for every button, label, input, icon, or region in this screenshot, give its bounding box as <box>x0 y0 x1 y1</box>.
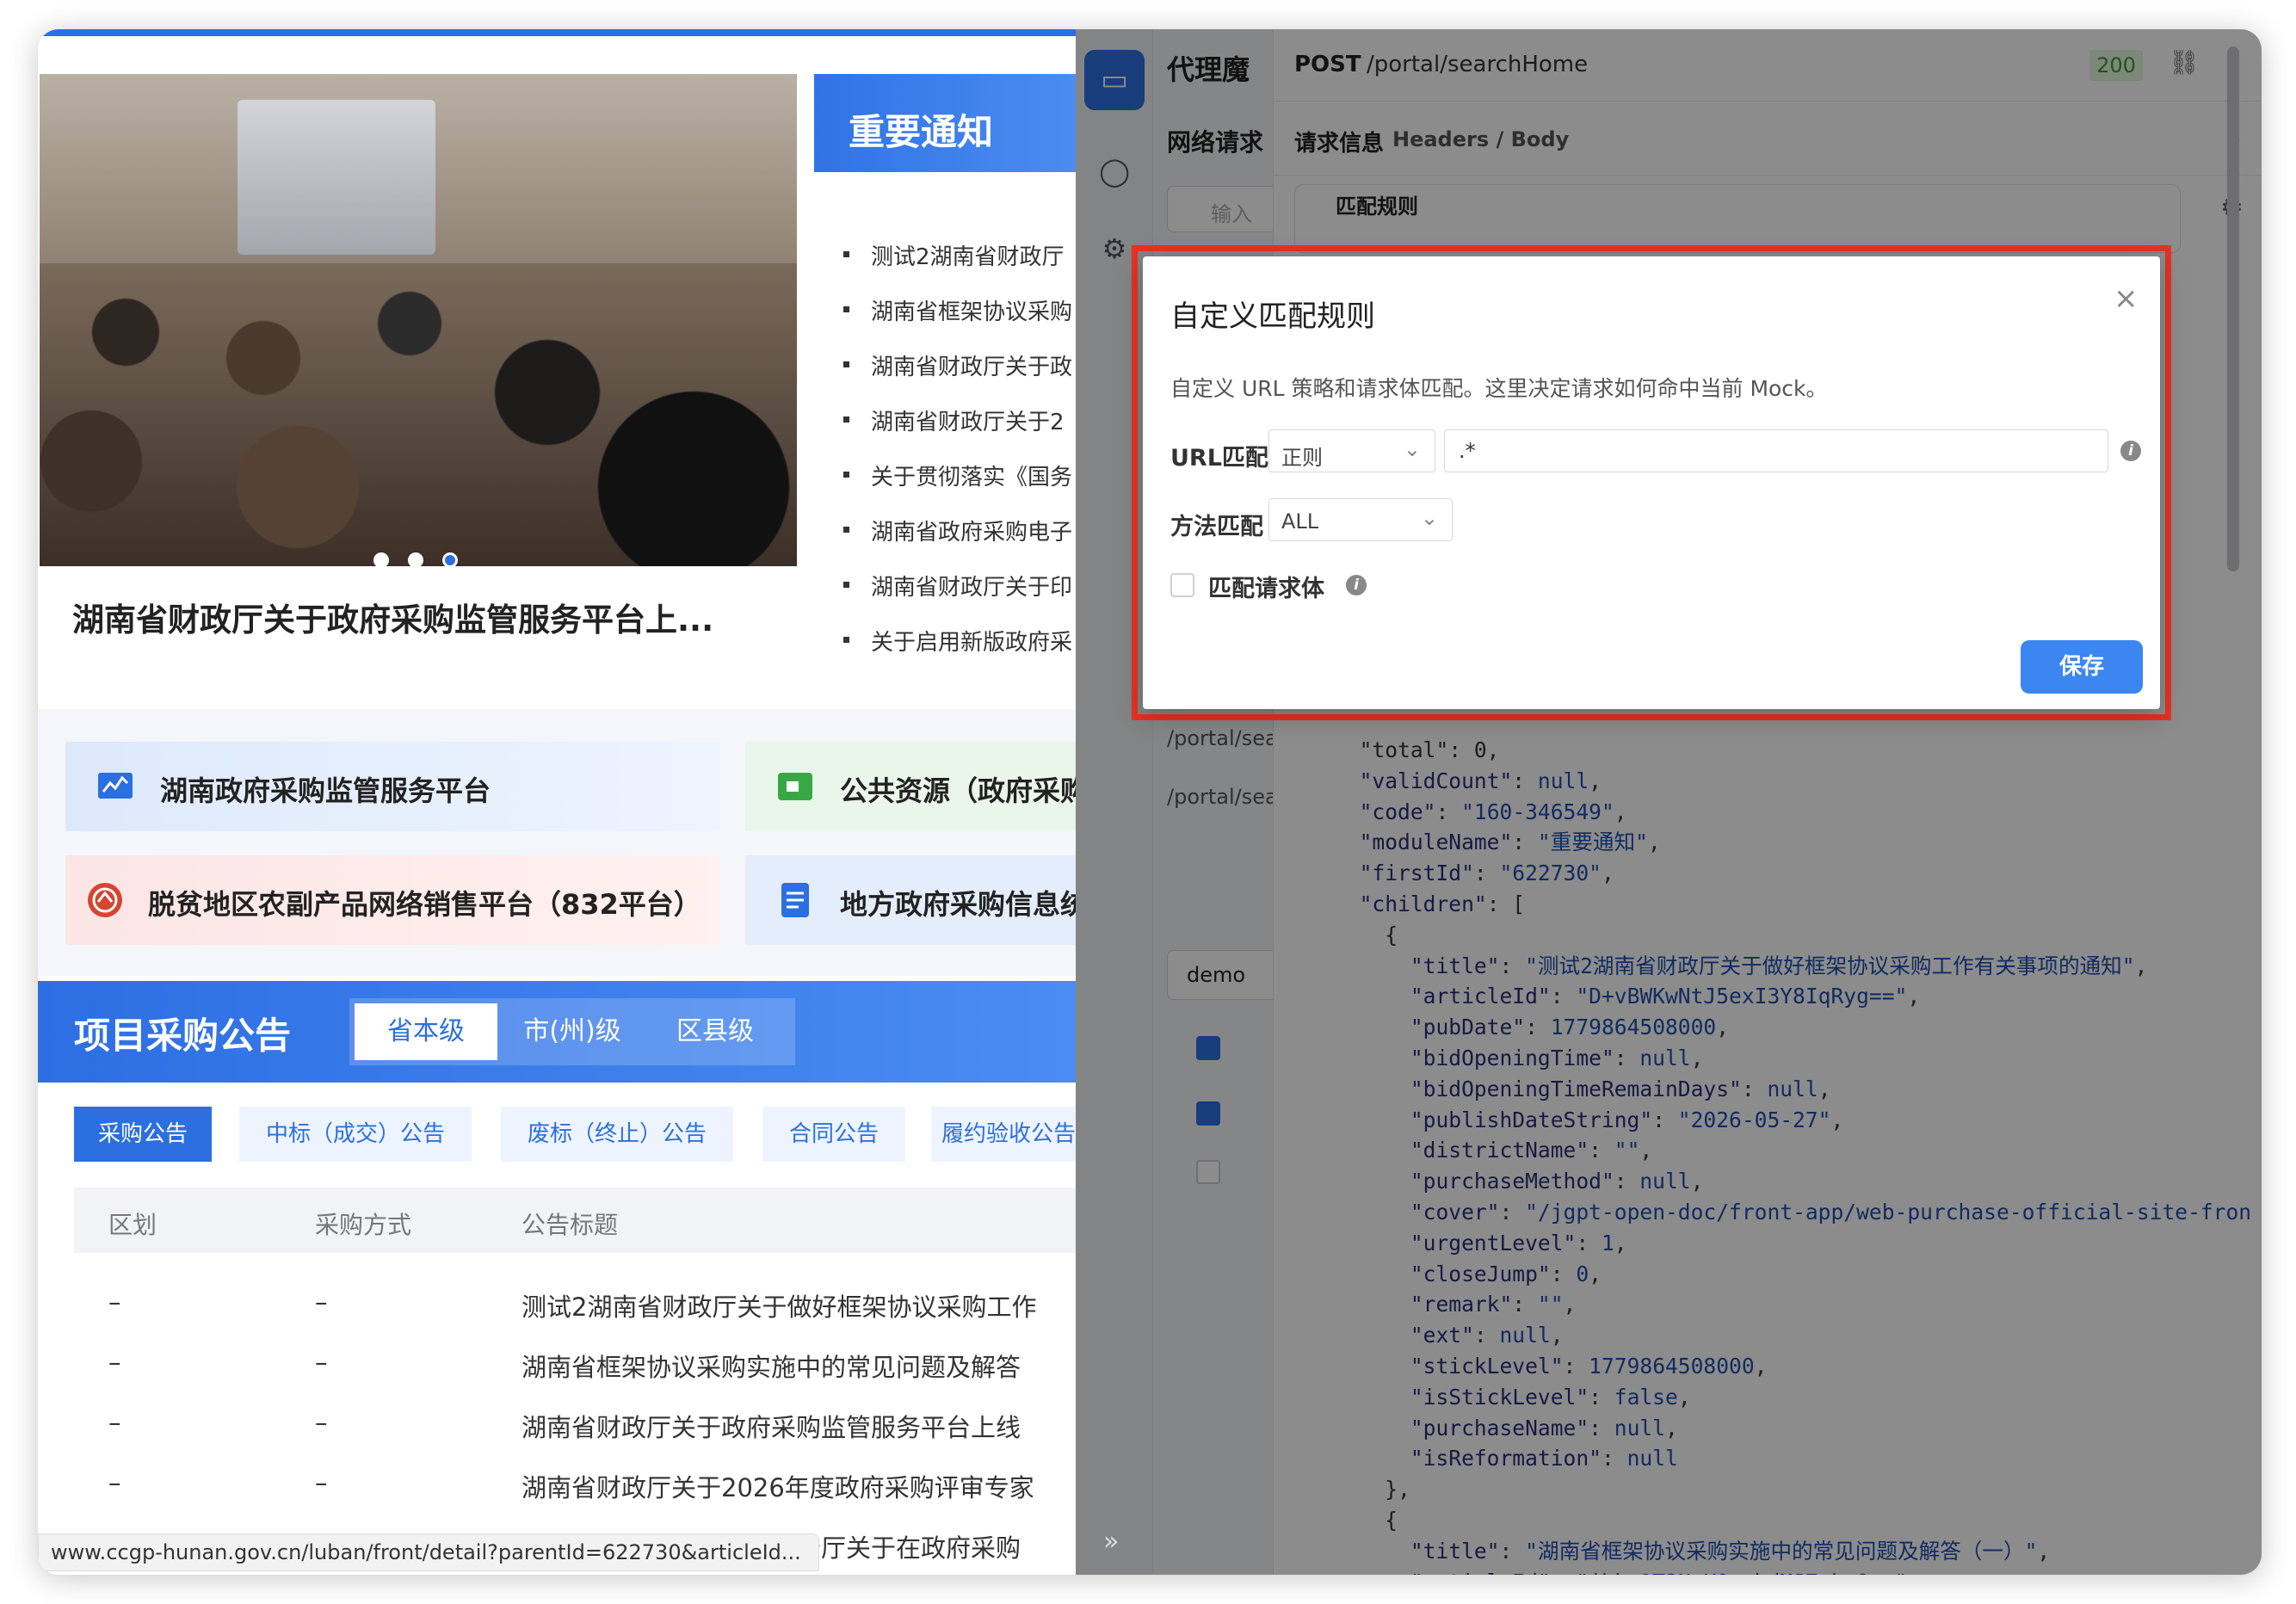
notice-item-label: 湖南省政府采购电子 <box>871 520 1073 546</box>
platform-label: 地方政府采购信息统 <box>840 888 1076 921</box>
cell-title: 湖南省财政厅关于2026年度政府采购评审专家 <box>522 1473 1034 1502</box>
column-header-title: 公告标题 <box>522 1211 619 1239</box>
chevron-down-icon: ⌄ <box>1403 437 1421 461</box>
platform-link-local-info[interactable]: 地方政府采购信息统 <box>745 855 1076 945</box>
close-icon[interactable]: × <box>2114 284 2139 313</box>
tab-city[interactable]: 市(州)级 <box>501 1003 644 1060</box>
notice-item[interactable]: 湖南省财政厅关于印 <box>842 570 1073 602</box>
notice-item-label: 湖南省财政厅关于印 <box>871 575 1073 601</box>
notice-item-label: 测试2湖南省财政厅 <box>871 244 1065 270</box>
notice-item-label: 湖南省框架协议采购 <box>871 299 1073 325</box>
level-tabs: 省本级 市(州)级 区县级 <box>349 998 795 1065</box>
carousel-caption[interactable]: 湖南省财政厅关于政府采购监管服务平台上... <box>72 594 787 640</box>
platform-link-832[interactable]: 脱贫地区农副产品网络销售平台（832平台） <box>65 855 719 945</box>
chart-monitor-icon <box>98 773 133 799</box>
carousel-image-stage <box>238 100 435 255</box>
status-bar-url: www.ccgp-hunan.gov.cn/luban/front/detail… <box>38 1533 819 1571</box>
category-abort[interactable]: 废标（终止）公告 <box>501 1107 733 1162</box>
cell-district: – <box>108 1408 121 1437</box>
table-row[interactable]: – – 湖南省财政厅关于2026年度政府采购评审专家 <box>74 1454 1076 1515</box>
platform-links: 湖南政府采购监管服务平台 公共资源（政府采购 脱贫地区农副产品网络销售平台（83… <box>38 709 1076 976</box>
table-row[interactable]: – – 湖南省框架协议采购实施中的常见问题及解答 <box>74 1334 1076 1394</box>
notice-item[interactable]: 湖南省财政厅关于政 <box>842 349 1073 381</box>
notice-header: 重要通知 <box>814 74 1076 172</box>
notice-item-label: 关于贯彻落实《国务 <box>871 465 1073 490</box>
column-header-district: 区划 <box>108 1211 157 1239</box>
cell-title: 湖南省财政厅关于政府采购监管服务平台上线 <box>522 1413 1021 1442</box>
cell-district: – <box>108 1348 121 1377</box>
method-match-label: 方法匹配 <box>1170 514 1263 540</box>
category-award[interactable]: 中标（成交）公告 <box>239 1107 472 1162</box>
top-accent-bar <box>38 29 1076 36</box>
info-icon[interactable]: i <box>2120 441 2141 461</box>
cell-method: – <box>315 1348 328 1377</box>
document-list-icon <box>781 883 809 917</box>
carousel-dot-active[interactable] <box>442 552 458 566</box>
project-announcement-bar: 项目采购公告 省本级 市(州)级 区县级 <box>38 981 1076 1083</box>
category-acceptance[interactable]: 履约验收公告 <box>931 1107 1086 1162</box>
website: 湖南省财政厅关于政府采购监管服务平台上... 重要通知 测试2湖南省财政厅 湖南… <box>38 29 1086 1575</box>
url-match-label: URL匹配 <box>1170 445 1268 472</box>
cell-title: 湖南省框架协议采购实施中的常见问题及解答 <box>522 1353 1021 1382</box>
notice-item[interactable]: 测试2湖南省财政厅 <box>843 239 1065 271</box>
cell-district: – <box>108 1468 121 1497</box>
wallet-icon <box>778 773 812 800</box>
expand-icon[interactable]: » <box>1103 1527 1119 1557</box>
table-header: 区划 采购方式 公告标题 <box>74 1188 1076 1253</box>
platform-label: 脱贫地区农副产品网络销售平台（832平台） <box>148 888 701 921</box>
url-pattern-input[interactable]: .* <box>1444 429 2108 472</box>
dialog-description: 自定义 URL 策略和请求体匹配。这里决定请求如何命中当前 Mock。 <box>1170 376 1828 401</box>
match-body-label: 匹配请求体 <box>1208 576 1324 602</box>
carousel-dot[interactable] <box>408 552 423 566</box>
notice-item-label: 湖南省财政厅关于政 <box>871 355 1073 380</box>
notice-item[interactable]: 湖南省政府采购电子 <box>842 515 1073 546</box>
platform-label: 公共资源（政府采购 <box>840 774 1076 807</box>
platform-link-public-resource[interactable]: 公共资源（政府采购 <box>745 742 1076 831</box>
carousel-dot[interactable] <box>373 552 389 566</box>
url-mode-value: 正则 <box>1281 446 1323 470</box>
cell-district: – <box>108 1287 121 1317</box>
cell-method: – <box>315 1408 328 1437</box>
notice-item-label: 湖南省财政厅关于2 <box>871 410 1065 435</box>
url-mode-select[interactable]: 正则 ⌄ <box>1268 429 1435 472</box>
carousel-image-audience <box>40 263 797 566</box>
notice-list: 测试2湖南省财政厅 湖南省框架协议采购 湖南省财政厅关于政 湖南省财政厅关于2 … <box>814 172 1076 695</box>
notice-item[interactable]: 关于贯彻落实《国务 <box>842 460 1073 491</box>
platform-label: 湖南政府采购监管服务平台 <box>160 774 491 807</box>
platform-link-supervision[interactable]: 湖南政府采购监管服务平台 <box>65 742 719 831</box>
method-select[interactable]: ALL ⌄ <box>1268 498 1453 541</box>
custom-match-rule-dialog: 自定义匹配规则 × 自定义 URL 策略和请求体匹配。这里决定请求如何命中当前 … <box>1143 256 2160 709</box>
method-value: ALL <box>1281 509 1319 534</box>
tab-county[interactable]: 区县级 <box>644 1003 787 1060</box>
dialog-title: 自定义匹配规则 <box>1170 299 1375 334</box>
tab-provincial[interactable]: 省本级 <box>355 1003 497 1060</box>
table-row[interactable]: – – 测试2湖南省财政厅关于做好框架协议采购工作 <box>74 1274 1076 1334</box>
column-header-method: 采购方式 <box>315 1211 412 1239</box>
project-title: 项目采购公告 <box>74 1015 292 1057</box>
notice-item[interactable]: 湖南省财政厅关于2 <box>843 404 1065 436</box>
cell-method: – <box>315 1468 328 1497</box>
poverty-alleviation-logo-icon <box>88 883 122 917</box>
notice-item[interactable]: 关于启用新版政府采 <box>842 625 1073 657</box>
category-contract[interactable]: 合同公告 <box>762 1107 905 1162</box>
save-button[interactable]: 保存 <box>2021 640 2143 694</box>
category-procurement[interactable]: 采购公告 <box>74 1107 212 1162</box>
match-body-checkbox[interactable] <box>1170 573 1194 597</box>
cell-method: – <box>315 1287 328 1317</box>
news-carousel[interactable] <box>40 74 797 566</box>
cell-title: 测试2湖南省财政厅关于做好框架协议采购工作 <box>522 1292 1037 1322</box>
info-icon[interactable]: i <box>1346 575 1367 595</box>
notice-item-label: 关于启用新版政府采 <box>871 630 1073 656</box>
notice-title: 重要通知 <box>849 111 994 153</box>
chevron-down-icon: ⌄ <box>1420 506 1438 530</box>
notice-item[interactable]: 湖南省框架协议采购 <box>842 294 1073 326</box>
table-row[interactable]: – – 湖南省财政厅关于政府采购监管服务平台上线 <box>74 1394 1076 1454</box>
